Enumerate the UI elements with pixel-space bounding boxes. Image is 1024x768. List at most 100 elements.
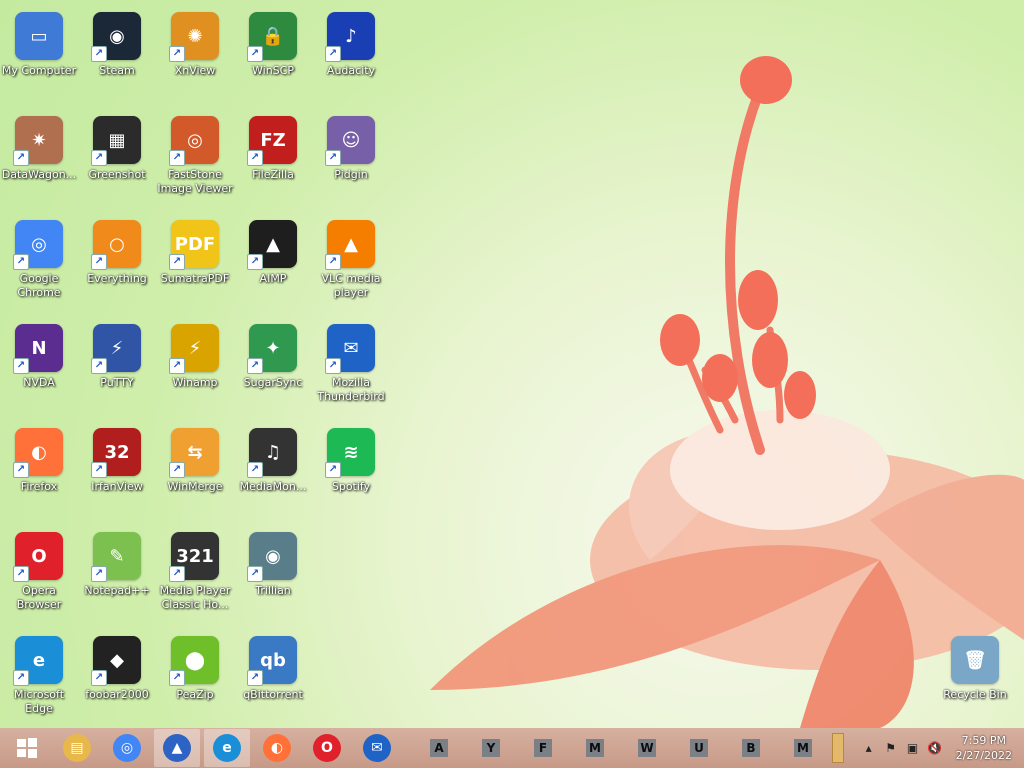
shortcut-arrow-icon: ↗ <box>169 462 185 478</box>
desktop-icon[interactable]: ⇆ ↗ WinMerge <box>156 422 234 518</box>
desktop-icon[interactable]: ◆ ↗ foobar2000 <box>78 630 156 726</box>
desktop-icon[interactable]: ▲ ↗ VLC media player <box>312 214 390 310</box>
taskbar-letter-button[interactable]: U <box>676 729 722 767</box>
taskbar-letter-button[interactable]: B <box>728 729 774 767</box>
shortcut-arrow-icon: ↗ <box>325 462 341 478</box>
taskbar-letter-button[interactable]: Y <box>468 729 514 767</box>
shortcut-arrow-icon: ↗ <box>325 254 341 270</box>
icon-glyph: ⚡ <box>110 337 124 359</box>
icon-glyph: ◎ <box>187 129 203 151</box>
desktop-icon[interactable]: PDF ↗ SumatraPDF <box>156 214 234 310</box>
desktop-icon[interactable]: ⬤ ↗ PeaZip <box>156 630 234 726</box>
icon-glyph: ✷ <box>31 129 47 151</box>
desktop-icon[interactable]: ⚡ ↗ Winamp <box>156 318 234 414</box>
icon-glyph: ◉ <box>265 545 281 567</box>
shortcut-arrow-icon: ↗ <box>91 462 107 478</box>
clock-time: 7:59 PM <box>961 734 1006 747</box>
desktop-icon[interactable]: ☺ ↗ Pidgin <box>312 110 390 206</box>
taskbar-letter-button[interactable]: M <box>780 729 826 767</box>
datawagon-icon: ✷ ↗ <box>13 116 63 166</box>
desktop-icon[interactable]: 🔒 ↗ WinSCP <box>234 6 312 102</box>
taskbar-app-button[interactable]: ▲ <box>154 729 200 767</box>
desktop-icon[interactable]: 🗑 Recycle Bin <box>936 630 1014 726</box>
start-button[interactable] <box>4 729 50 767</box>
desktop-icon[interactable]: ▭ My Computer <box>0 6 78 102</box>
desktop-icon[interactable]: ✉ ↗ Mozilla Thunderbird <box>312 318 390 414</box>
volume-muted-icon[interactable]: 🔇 <box>924 737 946 759</box>
taskbar-letter-button[interactable]: F <box>520 729 566 767</box>
taskbar-chrome-button[interactable]: ◎ <box>104 729 150 767</box>
foobar2000-icon: ◆ ↗ <box>91 636 141 686</box>
taskbar-file-explorer-button[interactable]: ▤ <box>54 729 100 767</box>
mpc-icon: 321 ↗ <box>169 532 219 582</box>
windows-start-icon <box>17 738 37 758</box>
desktop-icon[interactable]: e ↗ Microsoft Edge <box>0 630 78 726</box>
desktop-icon[interactable]: ▲ ↗ AIMP <box>234 214 312 310</box>
desktop-icon-label: Trillian <box>255 584 291 597</box>
opera-icon: O <box>313 734 341 762</box>
action-center-flag-icon[interactable]: ⚑ <box>880 737 902 759</box>
icon-glyph: 321 <box>176 545 214 567</box>
desktop-icon[interactable]: ✦ ↗ SugarSync <box>234 318 312 414</box>
shortcut-arrow-icon: ↗ <box>91 46 107 62</box>
icon-glyph: 32 <box>104 441 130 463</box>
show-desktop-separator[interactable] <box>832 733 844 763</box>
desktop-icon[interactable]: 321 ↗ Media Player Classic Ho... <box>156 526 234 622</box>
shortcut-arrow-icon: ↗ <box>13 462 29 478</box>
icon-glyph: PDF <box>174 233 216 255</box>
shortcut-arrow-icon: ↗ <box>247 150 263 166</box>
taskbar-firefox-button[interactable]: ◐ <box>254 729 300 767</box>
desktop-icon[interactable]: ◎ ↗ Google Chrome <box>0 214 78 310</box>
desktop-icon-label: Greenshot <box>88 168 146 181</box>
shortcut-arrow-icon: ↗ <box>247 358 263 374</box>
desktop-icon[interactable]: O ↗ Opera Browser <box>0 526 78 622</box>
desktop-icon[interactable]: ⚡ ↗ PuTTY <box>78 318 156 414</box>
winmerge-icon: ⇆ ↗ <box>169 428 219 478</box>
desktop-icon[interactable]: FZ ↗ FileZilla <box>234 110 312 206</box>
desktop-icon[interactable]: ◉ ↗ Trillian <box>234 526 312 622</box>
desktop-icon[interactable]: ≋ ↗ Spotify <box>312 422 390 518</box>
network-icon[interactable]: ▣ <box>902 737 924 759</box>
desktop-icon-label: foobar2000 <box>85 688 149 701</box>
show-hidden-icons-icon[interactable]: ▴ <box>858 737 880 759</box>
taskbar-letter-button[interactable]: A <box>416 729 462 767</box>
mediamonkey-icon: ♫ ↗ <box>247 428 297 478</box>
shortcut-arrow-icon: ↗ <box>91 150 107 166</box>
icon-glyph: ◆ <box>110 649 124 671</box>
taskbar-letter: M <box>586 739 604 757</box>
app-icon: ▲ <box>163 734 191 762</box>
desktop-icon-label: WinSCP <box>252 64 294 77</box>
taskbar-letter-button[interactable]: M <box>572 729 618 767</box>
desktop-icon[interactable]: ◎ ↗ FastStone Image Viewer <box>156 110 234 206</box>
desktop-icon[interactable]: ♪ ↗ Audacity <box>312 6 390 102</box>
desktop-icon[interactable]: qb ↗ qBittorrent <box>234 630 312 726</box>
desktop-icon[interactable]: ✺ ↗ XnView <box>156 6 234 102</box>
thunderbird-icon: ✉ ↗ <box>325 324 375 374</box>
clock[interactable]: 7:59 PM 2/27/2022 <box>956 733 1012 763</box>
icon-glyph: ▲ <box>266 233 280 255</box>
audacity-icon: ♪ ↗ <box>325 12 375 62</box>
shortcut-arrow-icon: ↗ <box>91 254 107 270</box>
shortcut-arrow-icon: ↗ <box>91 358 107 374</box>
desktop-icon-label: DataWagon... <box>1 168 77 181</box>
desktop-icon[interactable]: ♫ ↗ MediaMon... <box>234 422 312 518</box>
taskbar-edge-button[interactable]: e <box>204 729 250 767</box>
desktop-icon[interactable]: ▦ ↗ Greenshot <box>78 110 156 206</box>
desktop-icon[interactable]: 32 ↗ IrfanView <box>78 422 156 518</box>
icon-glyph: ◎ <box>31 233 47 255</box>
edge-icon: e ↗ <box>13 636 63 686</box>
taskbar-thunderbird-button[interactable]: ✉ <box>354 729 400 767</box>
aimp-icon: ▲ ↗ <box>247 220 297 270</box>
taskbar-opera-button[interactable]: O <box>304 729 350 767</box>
desktop-icon[interactable]: ◉ ↗ Steam <box>78 6 156 102</box>
desktop-icon[interactable]: ✷ ↗ DataWagon... <box>0 110 78 206</box>
desktop-icon-label: Recycle Bin <box>943 688 1007 701</box>
taskbar-letter-button[interactable]: W <box>624 729 670 767</box>
desktop-icon[interactable]: ○ ↗ Everything <box>78 214 156 310</box>
desktop-icon[interactable]: ◐ ↗ Firefox <box>0 422 78 518</box>
desktop-icon[interactable]: N ↗ NVDA <box>0 318 78 414</box>
shortcut-arrow-icon: ↗ <box>91 670 107 686</box>
desktop-icon[interactable]: ✎ ↗ Notepad++ <box>78 526 156 622</box>
desktop-icon-label: Notepad++ <box>84 584 150 597</box>
shortcut-arrow-icon: ↗ <box>169 358 185 374</box>
